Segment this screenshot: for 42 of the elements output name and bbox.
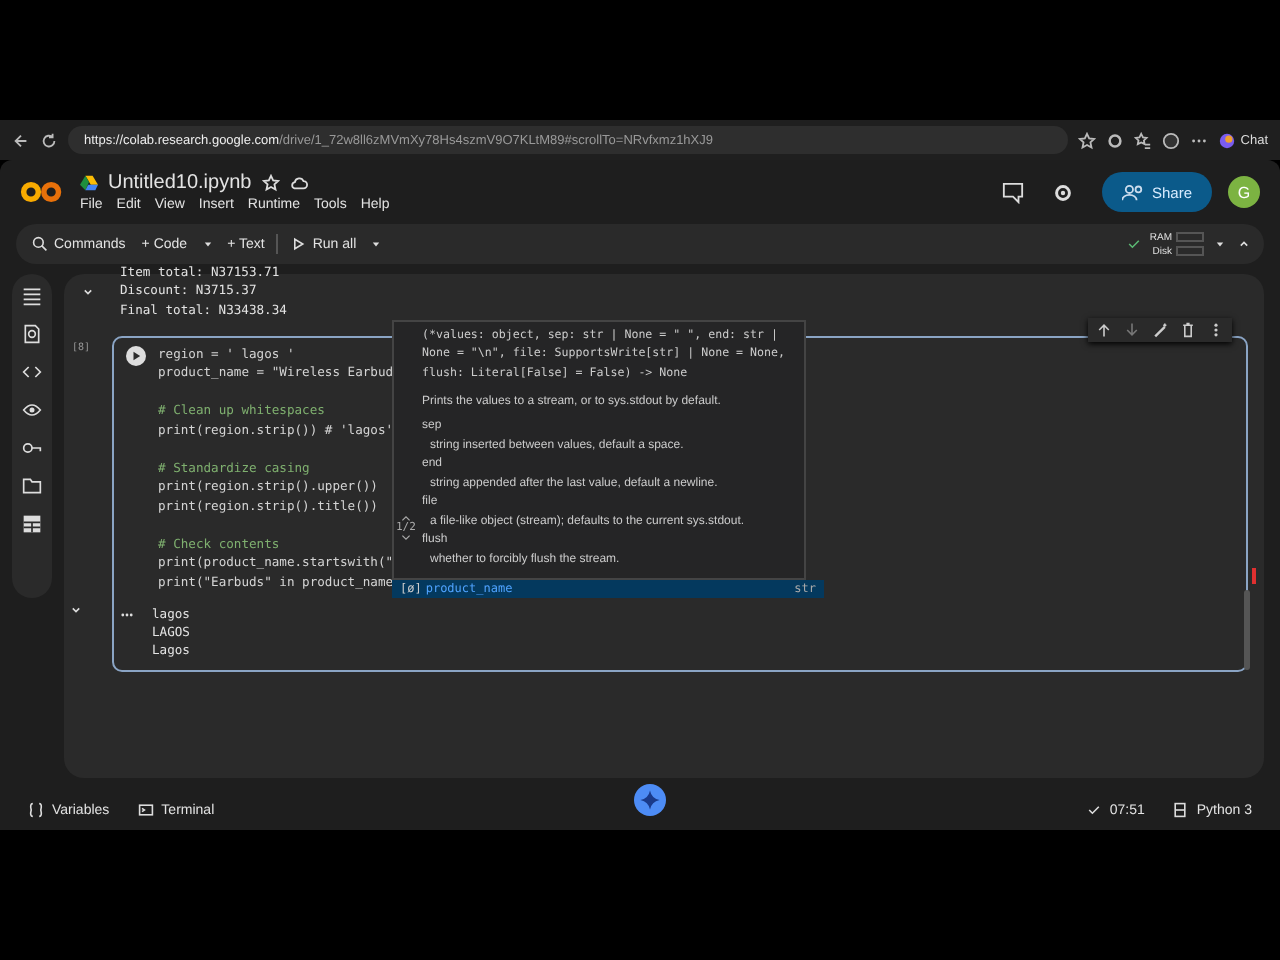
run-icon[interactable] [126,345,146,366]
trash-icon[interactable] [1180,321,1196,338]
chevron-icon[interactable] [80,284,96,300]
collapse-icon[interactable] [1236,236,1252,252]
move-up-icon[interactable] [1096,321,1112,338]
table-of-contents-icon[interactable] [22,286,42,306]
reload-icon[interactable] [40,131,58,149]
star-icon[interactable] [261,174,280,192]
settings-icon[interactable] [1051,181,1074,203]
sparkle-icon[interactable] [633,784,666,816]
check-icon [1125,236,1142,252]
play-icon [290,236,307,252]
eye-icon[interactable] [22,400,42,420]
move-down-icon[interactable] [1124,321,1140,338]
down-icon[interactable] [399,533,412,542]
magic-wand-icon[interactable] [1152,321,1168,338]
folder-icon[interactable] [22,476,42,496]
comment-icon[interactable] [1001,181,1024,203]
caret-icon[interactable] [199,236,216,252]
check-icon [1085,802,1102,818]
braces-icon [28,802,44,818]
drive-icon [80,174,98,192]
search-icon [32,236,48,252]
search-icon[interactable] [22,324,42,344]
more-icon[interactable] [120,611,134,618]
people-icon [1121,183,1144,201]
back-icon[interactable] [12,131,30,149]
code-icon[interactable] [22,362,42,382]
notebook-title[interactable]: Untitled10.ipynb [108,172,252,194]
favorites-icon[interactable] [1134,131,1153,149]
up-icon[interactable] [399,513,412,522]
profile-icon[interactable] [1162,131,1181,149]
caret-icon[interactable] [1212,236,1228,252]
star-icon[interactable] [1078,131,1097,149]
key-icon[interactable] [22,438,42,458]
copilot-icon [1218,131,1237,149]
terminal-icon [137,802,154,818]
table-icon[interactable] [22,514,42,534]
server-icon [1172,802,1189,818]
caret-icon[interactable] [368,236,385,252]
logo-icon [20,180,64,204]
cloud-icon [289,174,308,192]
